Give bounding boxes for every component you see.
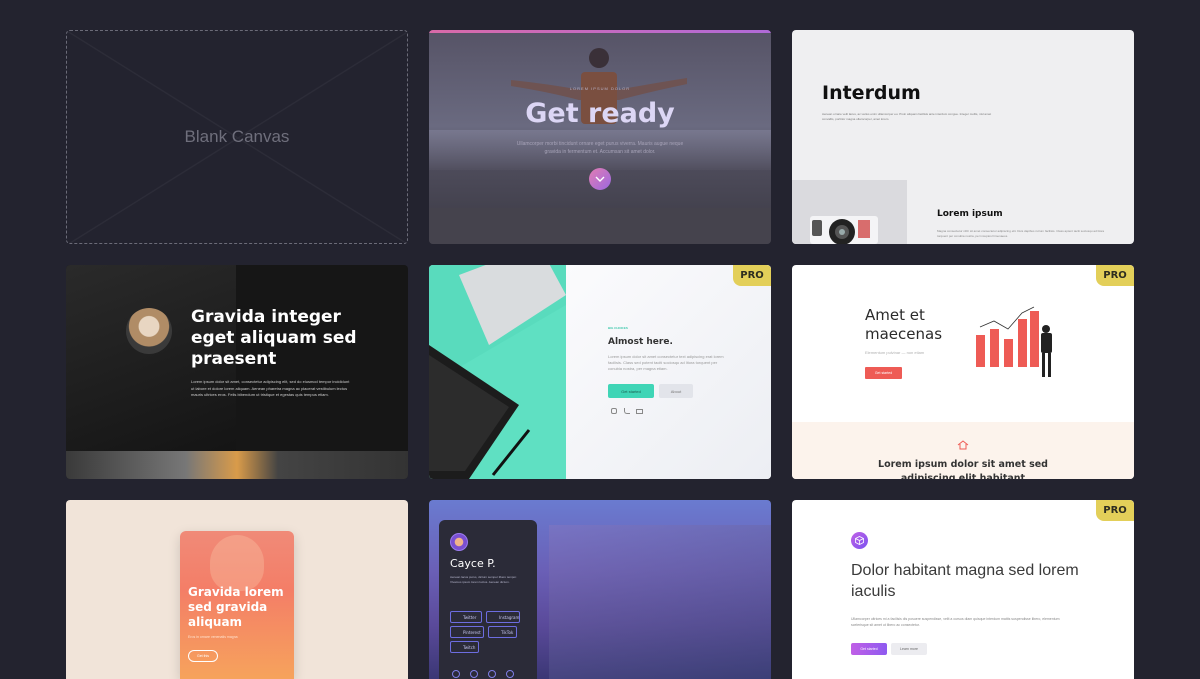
get-ready-eyebrow: LOREM IPSUM DOLOR (569, 86, 631, 91)
link-twitter[interactable]: Twitter (450, 611, 482, 623)
amet-title: Amet et maecenas (865, 306, 943, 343)
template-card-almost-here[interactable]: PRO BIG CHOICES Almost here. Lorem ipsum… (429, 265, 771, 479)
interdum-subtitle: Lorem ipsum (937, 209, 1003, 219)
dolor-body: Ullamcorper ultrices mi a facilisis dis … (851, 617, 1060, 627)
template-card-gravida-dark[interactable]: Gravida integer eget aliquam sed praesen… (66, 265, 408, 479)
mail-icon[interactable] (636, 409, 643, 414)
ground (429, 208, 771, 244)
get-this-button[interactable]: Get this (188, 650, 218, 662)
template-card-cayce[interactable]: Cayce P. Aenean lacus purus, dictum semp… (429, 500, 771, 679)
template-card-get-ready[interactable]: LOREM IPSUM DOLOR Get ready Ullamcorper … (429, 30, 771, 244)
get-started-button[interactable]: Get started (608, 384, 654, 398)
pro-badge: PRO (1096, 265, 1134, 286)
right-panel (566, 265, 771, 479)
amet-button-label: Get started (874, 371, 893, 375)
gravida-card-subtitle: Eros in ornare venenatis magna (188, 635, 238, 639)
camera-photo (792, 180, 907, 244)
amet-get-started-button[interactable]: Get started (865, 367, 902, 379)
learn-more-button[interactable]: Learn more (891, 643, 927, 655)
template-card-amet[interactable]: PRO Amet et maecenas Elementum pulvinar … (792, 265, 1134, 479)
get-ready-body: Ullamcorper morbi tincidunt ornare eget … (516, 141, 684, 155)
dolor-primary-label: Get started (860, 647, 878, 651)
interdum-title: Interdum (822, 82, 921, 104)
bar-chart-illustration (976, 306, 1052, 377)
social-icon-1[interactable] (452, 670, 460, 678)
blank-canvas-label: Blank Canvas (184, 127, 290, 146)
link-twitch[interactable]: Twitch (450, 641, 479, 653)
template-card-blank-canvas[interactable]: Blank Canvas (66, 30, 408, 244)
dolor-secondary-label: Learn more (900, 647, 918, 651)
cube-logo-icon (851, 532, 868, 549)
gravida-card-title: Gravida lorem sed gravida aliquam (188, 585, 284, 629)
get-started-label: Get started (621, 388, 641, 394)
template-card-dolor[interactable]: PRO Dolor habitant magna sed lorem iacul… (792, 500, 1134, 679)
about-label: About (670, 388, 682, 394)
scenery (549, 525, 771, 679)
interdum-body: Aenean ornare velit lacus, ac varius eni… (822, 112, 992, 121)
pro-badge: PRO (1096, 500, 1134, 521)
almost-here-eyebrow: BIG CHOICES (608, 326, 628, 330)
template-card-gravida-card[interactable]: Gravida lorem sed gravida aliquam Eros i… (66, 500, 408, 679)
pro-badge: PRO (733, 265, 771, 286)
gravida-dark-body: Lorem ipsum dolor sit amet, consectetur … (191, 379, 350, 397)
almost-here-title: Almost here. (608, 337, 673, 347)
camera-icon (810, 216, 878, 244)
interdum-subbody: Magna consectetur nibh sit amet consecte… (937, 229, 1105, 238)
about-button[interactable]: About (659, 384, 693, 398)
template-card-interdum[interactable]: Interdum Aenean ornare velit lacus, ac v… (792, 30, 1134, 244)
avatar (126, 308, 172, 354)
gravida-dark-title: Gravida integer eget aliquam sed praesen… (191, 307, 357, 369)
desk-photo (429, 265, 566, 479)
dolor-title: Dolor habitant magna sed lorem iaculis (851, 562, 1079, 600)
portrait-face (210, 535, 264, 591)
profile-avatar (450, 533, 468, 551)
social-icon-3[interactable] (488, 670, 496, 678)
top-accent-bar (429, 30, 771, 33)
instagram-icon[interactable] (611, 408, 617, 414)
get-this-label: Get this (196, 654, 210, 658)
home-icon (957, 440, 969, 450)
keyboard-tablet-illustration (429, 265, 566, 479)
tiktok-icon[interactable] (624, 408, 630, 414)
amet-footer-title: Lorem ipsum dolor sit amet sed adipiscin… (878, 459, 1048, 479)
dark-shape (66, 265, 236, 479)
link-pinterest[interactable]: Pinterest (450, 626, 484, 638)
scroll-down-button[interactable] (589, 168, 611, 190)
amet-subtitle: Elementum pulvinar — non etiam (865, 350, 925, 355)
almost-here-body: Lorem ipsum dolor sit amet consectetur t… (608, 354, 724, 371)
chevron-down-icon (595, 176, 605, 182)
link-tiktok[interactable]: TikTok (488, 626, 517, 638)
get-ready-title: Get ready (525, 98, 675, 129)
social-icon-2[interactable] (470, 670, 478, 678)
link-instagram[interactable]: Instagram (486, 611, 520, 623)
profile-name: Cayce P. (450, 557, 496, 570)
social-icon-4[interactable] (506, 670, 514, 678)
dolor-get-started-button[interactable]: Get started (851, 643, 887, 655)
bottom-strip (66, 451, 408, 479)
profile-bio: Aenean lacus purus, dictum semper libero… (450, 575, 517, 584)
